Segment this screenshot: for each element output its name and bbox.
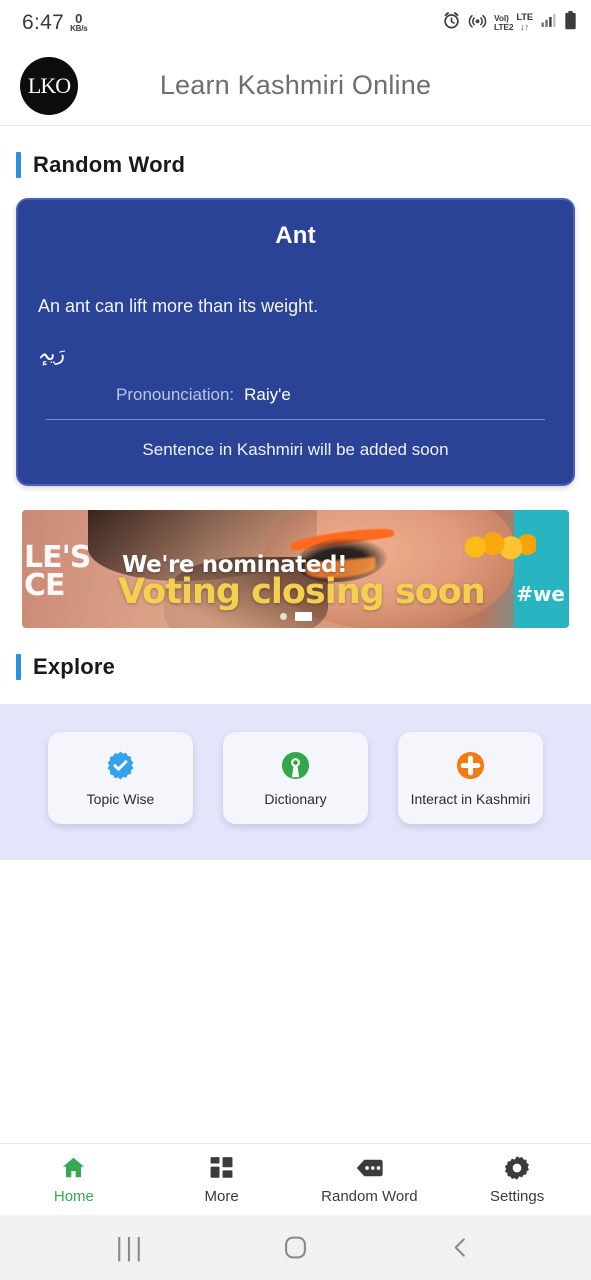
explore-card-dictionary[interactable]: Dictionary bbox=[223, 732, 368, 824]
nav-label-more: More bbox=[204, 1187, 239, 1205]
ad-banner[interactable]: LE'S CE We're nominated! Voting closing … bbox=[22, 510, 569, 628]
gear-icon bbox=[504, 1155, 530, 1181]
carousel-indicators[interactable] bbox=[279, 612, 312, 621]
random-word-section-header: Random Word bbox=[0, 126, 591, 178]
nav-label-settings: Settings bbox=[490, 1187, 545, 1205]
explore-card-label: Interact in Kashmiri bbox=[410, 790, 531, 807]
bottom-navigation-bar: Home More Random Word Settings bbox=[0, 1143, 591, 1215]
network-speed-indicator: 0 KB/s bbox=[70, 12, 88, 35]
app-bar: LKO Learn Kashmiri Online bbox=[0, 46, 591, 126]
banner-beads bbox=[462, 531, 537, 572]
word-title: Ant bbox=[275, 222, 316, 249]
banner-ghost-line2: CE bbox=[24, 567, 66, 603]
nav-item-settings[interactable]: Settings bbox=[443, 1155, 591, 1205]
word-kashmiri-script: رَیہٕ bbox=[38, 341, 65, 365]
battery-icon bbox=[564, 11, 577, 35]
volte-line2: LTE2 bbox=[494, 22, 514, 32]
word-card-container: Ant An ant can lift more than its weight… bbox=[0, 178, 591, 486]
card-divider bbox=[46, 419, 545, 420]
back-chevron-icon[interactable] bbox=[431, 1236, 491, 1259]
sentence-placeholder-note: Sentence in Kashmiri will be added soon bbox=[142, 440, 449, 459]
banner-subheadline: Voting closing soon bbox=[118, 572, 486, 612]
nav-item-home[interactable]: Home bbox=[0, 1155, 148, 1205]
status-bar-right: Vol) LTE2 LTE ↓↑ bbox=[442, 11, 577, 35]
explore-card-interact-in-kashmiri[interactable]: Interact in Kashmiri bbox=[398, 732, 543, 824]
signal-bars-icon bbox=[540, 12, 557, 34]
pronunciation-label: Pronounciation: bbox=[116, 385, 235, 404]
verified-badge-icon bbox=[105, 750, 136, 781]
explore-card-row: Topic Wise Dictionary Interact in Kashmi… bbox=[0, 732, 591, 824]
pronunciation-row: Pronounciation: Raiy'e bbox=[38, 385, 553, 405]
volte-label-group: Vol) LTE2 bbox=[494, 14, 514, 32]
home-icon bbox=[61, 1155, 86, 1181]
lte-data-arrows: ↓↑ bbox=[520, 22, 530, 33]
random-word-title: Random Word bbox=[33, 152, 186, 177]
recents-button[interactable]: ||| bbox=[101, 1232, 161, 1263]
phone-screen: 6:47 0 KB/s Vol) LTE2 LTE ↓↑ LKO Learn K… bbox=[0, 0, 591, 1280]
plus-circle-icon bbox=[455, 750, 486, 781]
network-speed-unit: KB/s bbox=[70, 24, 88, 33]
carousel-dot-2-active[interactable] bbox=[294, 612, 312, 621]
banner-hashtag: #we bbox=[516, 582, 565, 606]
alarm-icon bbox=[442, 11, 461, 35]
status-clock: 6:47 bbox=[22, 11, 65, 34]
app-logo-text: LKO bbox=[27, 72, 71, 98]
nav-item-random-word[interactable]: Random Word bbox=[296, 1155, 444, 1205]
grid-dashboard-icon bbox=[209, 1155, 234, 1181]
random-word-card[interactable]: Ant An ant can lift more than its weight… bbox=[16, 198, 575, 486]
nav-label-home: Home bbox=[53, 1187, 94, 1205]
ad-banner-container: LE'S CE We're nominated! Voting closing … bbox=[0, 486, 591, 628]
tag-dots-icon bbox=[356, 1155, 383, 1181]
nav-label-random-word: Random Word bbox=[321, 1187, 418, 1205]
status-bar: 6:47 0 KB/s Vol) LTE2 LTE ↓↑ bbox=[0, 0, 591, 46]
explore-accent-bar bbox=[16, 654, 21, 680]
carousel-dot-1[interactable] bbox=[279, 613, 287, 620]
word-meaning: An ant can lift more than its weight. bbox=[38, 296, 319, 316]
volte-lte-indicator: Vol) LTE2 LTE ↓↑ bbox=[494, 13, 533, 32]
scroll-content: Random Word Ant An ant can lift more tha… bbox=[0, 126, 591, 1143]
explore-title: Explore bbox=[33, 654, 116, 679]
explore-card-label: Topic Wise bbox=[86, 790, 155, 807]
page-title: Learn Kashmiri Online bbox=[159, 70, 432, 100]
home-square-icon[interactable] bbox=[266, 1235, 326, 1260]
explore-panel: Topic Wise Dictionary Interact in Kashmi… bbox=[0, 704, 591, 860]
pronunciation-value: Raiy'e bbox=[244, 385, 291, 404]
explore-card-topic-wise[interactable]: Topic Wise bbox=[48, 732, 193, 824]
nav-item-more[interactable]: More bbox=[148, 1155, 296, 1205]
app-logo: LKO bbox=[20, 56, 78, 115]
hotspot-icon bbox=[468, 11, 487, 35]
lte-label-group: LTE ↓↑ bbox=[516, 13, 533, 32]
explore-section-header: Explore bbox=[0, 628, 591, 680]
android-system-nav: ||| bbox=[0, 1215, 591, 1280]
explore-card-label: Dictionary bbox=[264, 790, 327, 807]
section-accent-bar bbox=[16, 152, 21, 178]
status-bar-left: 6:47 0 KB/s bbox=[22, 11, 88, 35]
open-source-keyhole-icon bbox=[280, 750, 311, 781]
banner-ghost-text: LE'S CE bbox=[24, 543, 91, 603]
